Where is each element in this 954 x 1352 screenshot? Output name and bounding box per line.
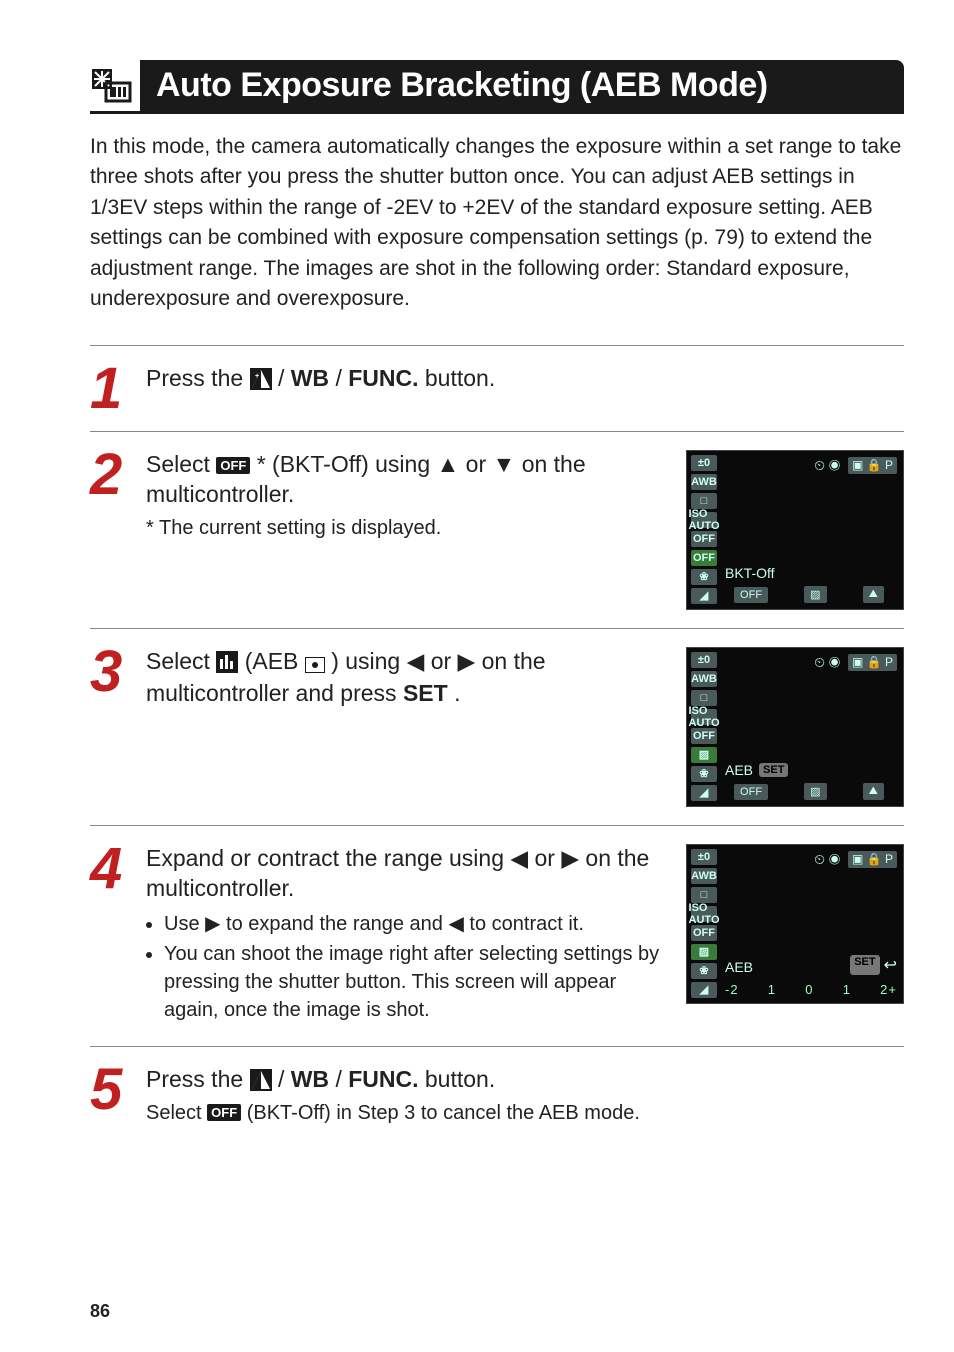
step-5-heading: Press the / WB / FUNC. button. bbox=[146, 1065, 904, 1095]
svg-text:−: − bbox=[263, 382, 267, 389]
lcd-side-chip: AWB bbox=[691, 868, 717, 884]
step-number: 1 bbox=[90, 364, 134, 413]
lcd-screenshot-aeb-set: ±0 AWB □ ISO AUTO OFF ▨ ❀ ◢ ⏲ ◉ ▣ 🔒 P AEB SET O… bbox=[686, 647, 904, 807]
bkt-off-icon: OFF bbox=[207, 1104, 241, 1121]
lcd-side-chip: ±0 bbox=[691, 849, 717, 865]
lcd-side-chip: □ bbox=[691, 887, 717, 903]
lcd-side-chip: AWB bbox=[691, 671, 717, 687]
set-badge: SET bbox=[759, 763, 788, 777]
lcd-label: AEB bbox=[725, 959, 753, 975]
lcd-side-chip: AWB bbox=[691, 474, 717, 490]
lcd-side-chip: ◢ bbox=[691, 982, 717, 998]
lcd-side-chip: ISO AUTO bbox=[691, 709, 717, 725]
step-2-sub: * The current setting is displayed. bbox=[146, 514, 674, 542]
step-2: 2 Select OFF * (BKT-Off) using ▲ or ▼ on… bbox=[90, 431, 904, 628]
scale-tick: 2+ bbox=[880, 982, 897, 997]
mode-indicator: ▣ 🔒 P bbox=[848, 654, 897, 671]
lcd-side-chip: ±0 bbox=[691, 455, 717, 471]
page-title: Auto Exposure Bracketing (AEB Mode) bbox=[140, 60, 904, 111]
step-4-heading: Expand or contract the range using ◀ or … bbox=[146, 844, 674, 904]
mode-indicator: ▣ 🔒 P bbox=[848, 457, 897, 474]
lcd-side-chip: OFF bbox=[691, 728, 717, 744]
aeb-bracket-icon bbox=[305, 657, 325, 679]
bkt-off-icon: OFF bbox=[216, 457, 250, 474]
wb-label: WB bbox=[291, 365, 329, 391]
set-return-badge: SET↩ bbox=[850, 955, 897, 975]
step-1-heading: Press the +− / WB / FUNC. button. bbox=[146, 364, 904, 394]
step-3-heading: Select (AEB ) using ◀ or ▶ on the multic… bbox=[146, 647, 674, 709]
scale-tick: 1 bbox=[843, 982, 851, 997]
exposure-comp-icon bbox=[250, 1069, 272, 1091]
lcd-screenshot-aeb-scale: ±0AWB□ISO AUTOOFF▨❀◢ ⏲ ◉ ▣ 🔒 P AEB SET↩ … bbox=[686, 844, 904, 1004]
lcd-bottom-chip: ▨ bbox=[804, 586, 826, 603]
lcd-label: BKT-Off bbox=[725, 565, 775, 581]
page-title-row: Auto Exposure Bracketing (AEB Mode) bbox=[90, 60, 904, 114]
lcd-side-chip: OFF bbox=[691, 531, 717, 547]
step-number: 2 bbox=[90, 450, 134, 610]
step-5: 5 Press the / WB / FUNC. button. Select … bbox=[90, 1046, 904, 1149]
lcd-side-chip: ▨ bbox=[691, 944, 717, 960]
aeb-icon bbox=[216, 651, 238, 673]
lcd-bottom-chip: ⛰ bbox=[863, 783, 884, 800]
set-label: SET bbox=[403, 680, 448, 706]
exposure-comp-icon: +− bbox=[250, 368, 272, 390]
separator: / bbox=[335, 1066, 348, 1092]
page-number: 86 bbox=[90, 1301, 110, 1322]
lcd-screenshot-bkt-off: ±0 AWB □ ISO AUTO OFF OFF ❀ ◢ ⏲ ◉ ▣ 🔒 P BKT-Off… bbox=[686, 450, 904, 610]
list-item: Use ▶ to expand the range and ◀ to contr… bbox=[164, 910, 674, 938]
lcd-side-chip: □ bbox=[691, 493, 717, 509]
timer-icon: ⏲ ◉ bbox=[814, 457, 840, 474]
timer-icon: ⏲ ◉ bbox=[814, 851, 840, 868]
lcd-bottom-chip: ⛰ bbox=[863, 586, 884, 603]
scale-tick: 0 bbox=[805, 982, 813, 997]
lcd-side-chip: ▨ bbox=[691, 747, 717, 763]
lcd-side-chip: ISO AUTO bbox=[691, 512, 717, 528]
step-4-bullets: Use ▶ to expand the range and ◀ to contr… bbox=[146, 910, 674, 1024]
step-number: 5 bbox=[90, 1065, 134, 1131]
lcd-side-chip: ±0 bbox=[691, 652, 717, 668]
step-number: 3 bbox=[90, 647, 134, 807]
lcd-bottom-chip: ▨ bbox=[804, 783, 826, 800]
lcd-label: AEB SET bbox=[725, 762, 788, 778]
separator: / bbox=[278, 1066, 291, 1092]
separator: / bbox=[278, 365, 291, 391]
func-label: FUNC. bbox=[348, 365, 418, 391]
lcd-side-chip: ISO AUTO bbox=[691, 906, 717, 922]
step-5-sub: Select OFF (BKT-Off) in Step 3 to cancel… bbox=[146, 1099, 904, 1127]
func-label: FUNC. bbox=[348, 1066, 418, 1092]
step-4: 4 Expand or contract the range using ◀ o… bbox=[90, 825, 904, 1046]
svg-text:+: + bbox=[255, 373, 259, 380]
step-number: 4 bbox=[90, 844, 134, 1028]
lcd-side-chip: ❀ bbox=[691, 569, 717, 585]
step-1: 1 Press the +− / WB / FUNC. button. bbox=[90, 345, 904, 431]
aeb-mode-icon bbox=[90, 67, 134, 105]
timer-icon: ⏲ ◉ bbox=[814, 654, 840, 671]
list-item: You can shoot the image right after sele… bbox=[164, 940, 674, 1024]
step-3: 3 Select (AEB ) using ◀ or ▶ on the mult… bbox=[90, 628, 904, 825]
wb-label: WB bbox=[291, 1066, 329, 1092]
scale-tick: -2 bbox=[725, 982, 739, 997]
lcd-side-chip: OFF bbox=[691, 925, 717, 941]
lcd-side-chip: □ bbox=[691, 690, 717, 706]
step-2-heading: Select OFF * (BKT-Off) using ▲ or ▼ on t… bbox=[146, 450, 674, 510]
lcd-side-chip: ◢ bbox=[691, 588, 717, 604]
separator: / bbox=[335, 365, 348, 391]
lcd-side-chip: OFF bbox=[691, 550, 717, 566]
lcd-side-chip: ❀ bbox=[691, 963, 717, 979]
lcd-bottom-chip: OFF bbox=[734, 784, 768, 800]
lcd-bottom-chip: OFF bbox=[734, 587, 768, 603]
scale-tick: 1 bbox=[768, 982, 776, 997]
intro-text: In this mode, the camera automatically c… bbox=[90, 132, 904, 315]
lcd-side-chip: ◢ bbox=[691, 785, 717, 801]
mode-indicator: ▣ 🔒 P bbox=[848, 851, 897, 868]
lcd-side-chip: ❀ bbox=[691, 766, 717, 782]
